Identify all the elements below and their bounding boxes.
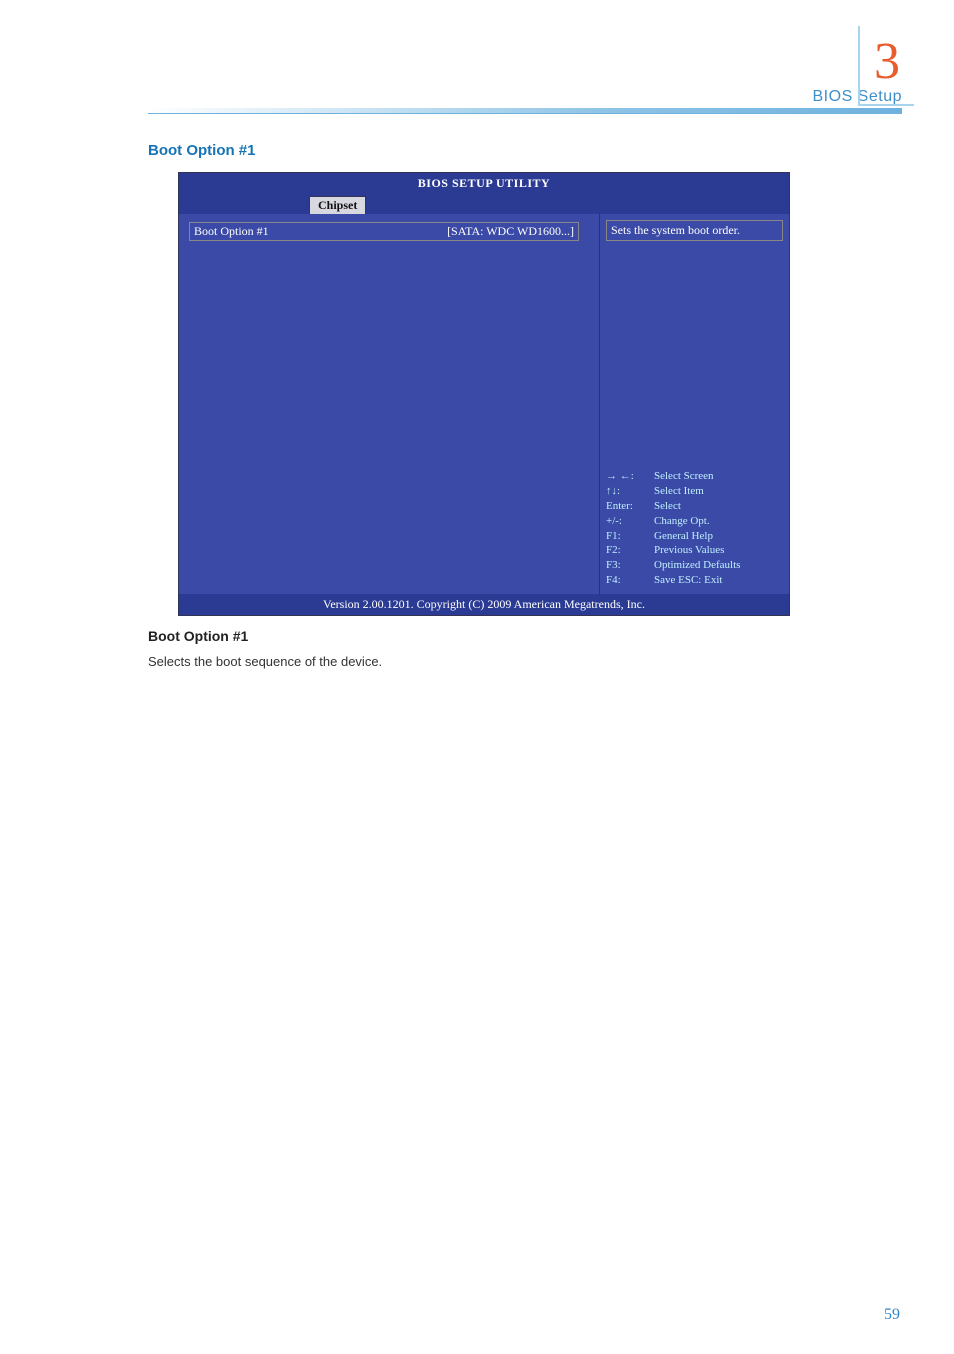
boot-option-label: Boot Option #1 [194,224,269,239]
boot-option-value: [SATA: WDC WD1600...] [447,224,574,239]
key-line: F3:Optimized Defaults [606,558,783,573]
key-desc: Change Opt. [654,514,710,529]
key-line: F2:Previous Values [606,543,783,558]
page-title: Boot Option #1 [148,142,256,159]
key-desc: Save ESC: Exit [654,573,722,588]
subsection-body: Selects the boot sequence of the device. [148,654,382,669]
key-label: +/-: [606,514,654,529]
key-desc: Optimized Defaults [654,558,740,573]
key-line: → ←:Select Screen [606,469,783,484]
key-line: F1:General Help [606,529,783,544]
bios-tab-row: Chipset [179,194,789,214]
key-desc: Select Item [654,484,704,499]
key-label: F2: [606,543,654,558]
breadcrumb-divider [148,108,902,114]
key-label: F4: [606,573,654,588]
breadcrumb: BIOS Setup [148,86,902,114]
bios-body: Boot Option #1 [SATA: WDC WD1600...] Set… [179,214,789,594]
key-desc: General Help [654,529,713,544]
key-line: F4:Save ESC: Exit [606,573,783,588]
key-label: F3: [606,558,654,573]
key-line: ↑↓:Select Item [606,484,783,499]
boot-option-row[interactable]: Boot Option #1 [SATA: WDC WD1600...] [189,222,579,241]
bios-help-pane: Sets the system boot order. → ←:Select S… [599,214,789,594]
bios-main-pane: Boot Option #1 [SATA: WDC WD1600...] [179,214,599,594]
page-number: 59 [884,1306,900,1324]
key-label: → ←: [606,469,654,484]
bios-footer: Version 2.00.1201. Copyright (C) 2009 Am… [179,594,789,615]
chapter-number-badge: 3 [858,26,914,106]
tab-chipset[interactable]: Chipset [309,196,366,214]
key-desc: Select [654,499,681,514]
key-label: Enter: [606,499,654,514]
bios-window: BIOS SETUP UTILITY Chipset Boot Option #… [178,172,790,616]
bios-titlebar: BIOS SETUP UTILITY [179,173,789,194]
bios-help-text: Sets the system boot order. [606,220,783,241]
key-desc: Previous Values [654,543,724,558]
key-line: +/-:Change Opt. [606,514,783,529]
key-label: ↑↓: [606,484,654,499]
key-line: Enter:Select [606,499,783,514]
key-label: F1: [606,529,654,544]
subsection-title: Boot Option #1 [148,628,248,644]
key-desc: Select Screen [654,469,714,484]
bios-key-legend: → ←:Select Screen ↑↓:Select Item Enter:S… [606,469,783,588]
